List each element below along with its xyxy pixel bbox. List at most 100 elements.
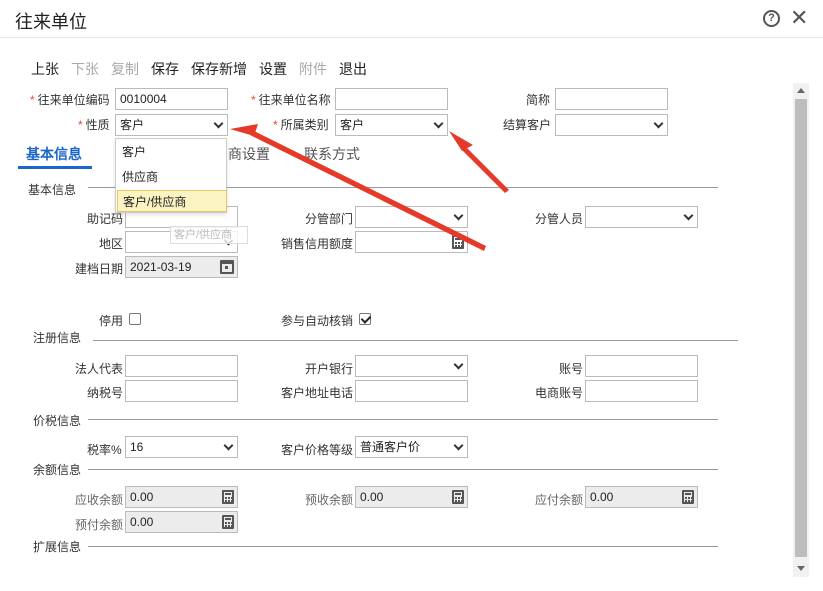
created-date-input[interactable]: 2021-03-19 — [125, 256, 238, 278]
chevron-down-icon — [453, 359, 464, 370]
drag-ghost-tooltip: 客户/供应商 — [170, 226, 248, 244]
credit-limit-input[interactable] — [355, 231, 468, 253]
chevron-down-icon — [213, 118, 224, 129]
credit-limit-label: 销售信用额度 — [281, 237, 354, 251]
bank-select[interactable] — [355, 355, 468, 377]
auto-writeoff-label: 参与自动核销 — [281, 314, 354, 328]
short-name-label: 简称 — [526, 93, 551, 107]
scroll-up-icon[interactable] — [797, 88, 805, 93]
tab-basic-info[interactable]: 基本信息 — [26, 144, 82, 164]
created-date-label: 建档日期 — [75, 262, 124, 276]
calendar-icon[interactable] — [220, 260, 234, 274]
chevron-down-icon — [453, 440, 464, 451]
settings-button[interactable]: 设置 — [259, 59, 287, 79]
advance-received-value: 0.00 — [360, 490, 384, 504]
advance-received-input[interactable]: 0.00 — [355, 486, 468, 508]
name-label: * 往来单位名称 — [251, 93, 331, 107]
payable-input[interactable]: 0.00 — [585, 486, 698, 508]
category-select[interactable]: 客户 — [335, 114, 448, 136]
receivable-label: 应收余额 — [75, 493, 124, 507]
legal-rep-label: 法人代表 — [75, 362, 124, 376]
code-label: * 往来单位编码 — [30, 93, 110, 107]
tax-rate-value: 16 — [130, 440, 144, 454]
address-phone-input[interactable] — [355, 380, 468, 402]
address-phone-label: 客户地址电话 — [281, 386, 354, 400]
save-and-new-button[interactable]: 保存新增 — [191, 59, 247, 79]
calculator-icon[interactable] — [222, 515, 234, 529]
dropdown-option-supplier[interactable]: 供应商 — [117, 166, 227, 188]
staff-select[interactable] — [585, 206, 698, 228]
calculator-icon[interactable] — [452, 235, 464, 249]
price-level-value: 普通客户价 — [360, 440, 421, 454]
scrollbar-thumb[interactable] — [795, 99, 807, 557]
region-label: 地区 — [99, 237, 124, 251]
category-label: * 所属类别 — [273, 118, 329, 132]
tax-rate-label: 税率% — [87, 443, 122, 457]
tax-id-input[interactable] — [125, 380, 238, 402]
prepaid-label: 预付余额 — [75, 518, 124, 532]
settle-customer-select[interactable] — [555, 114, 668, 136]
tax-rate-select[interactable]: 16 — [125, 436, 238, 458]
scroll-down-icon[interactable] — [797, 566, 805, 571]
divider — [88, 419, 718, 420]
divider — [88, 469, 718, 470]
receivable-value: 0.00 — [130, 490, 154, 504]
short-name-input[interactable] — [555, 88, 668, 110]
receivable-input[interactable]: 0.00 — [125, 486, 238, 508]
exit-button[interactable]: 退出 — [339, 59, 367, 79]
account-label: 账号 — [559, 362, 584, 376]
tax-id-label: 纳税号 — [87, 386, 124, 400]
tab-supplier-settings[interactable]: 商设置 — [228, 144, 270, 164]
prepaid-value: 0.00 — [130, 515, 154, 529]
dropdown-option-customer[interactable]: 客户 — [117, 141, 227, 163]
chevron-down-icon — [223, 440, 234, 451]
divider — [93, 340, 738, 341]
chevron-down-icon — [433, 118, 444, 129]
attachment-button[interactable]: 附件 — [299, 59, 327, 79]
extension-section-title: 扩展信息 — [33, 540, 82, 554]
disabled-label: 停用 — [99, 314, 124, 328]
nature-select[interactable]: 客户 — [115, 114, 228, 136]
dept-label: 分管部门 — [305, 212, 354, 226]
nature-label: * 性质 — [78, 118, 110, 132]
tab-contacts[interactable]: 联系方式 — [304, 144, 360, 164]
bank-label: 开户银行 — [305, 362, 354, 376]
window-title: 往来单位 — [15, 12, 87, 32]
disabled-checkbox[interactable] — [129, 313, 141, 325]
title-bar: 往来单位 ? ✕ — [0, 0, 823, 38]
basic-section-title: 基本信息 — [28, 183, 77, 197]
payable-label: 应付余额 — [535, 493, 584, 507]
staff-label: 分管人员 — [535, 212, 584, 226]
price-level-label: 客户价格等级 — [281, 443, 354, 457]
settle-customer-label: 结算客户 — [503, 118, 552, 132]
dept-select[interactable] — [355, 206, 468, 228]
calculator-icon[interactable] — [452, 490, 464, 504]
active-tab-indicator — [18, 166, 92, 169]
calculator-icon[interactable] — [682, 490, 694, 504]
vertical-scrollbar[interactable] — [793, 83, 809, 577]
close-icon[interactable]: ✕ — [790, 6, 808, 30]
nature-dropdown-menu: 客户 供应商 客户/供应商 — [115, 138, 227, 213]
calculator-icon[interactable] — [222, 490, 234, 504]
auto-writeoff-checkbox[interactable] — [359, 313, 371, 325]
copy-button[interactable]: 复制 — [111, 59, 139, 79]
help-icon[interactable]: ? — [763, 10, 780, 27]
dropdown-option-customer-supplier[interactable]: 客户/供应商 — [117, 190, 227, 212]
balance-section-title: 余额信息 — [33, 463, 82, 477]
save-button[interactable]: 保存 — [151, 59, 179, 79]
account-input[interactable] — [585, 355, 698, 377]
prepaid-input[interactable]: 0.00 — [125, 511, 238, 533]
price-level-select[interactable]: 普通客户价 — [355, 436, 468, 458]
payable-value: 0.00 — [590, 490, 614, 504]
ecommerce-account-input[interactable] — [585, 380, 698, 402]
annotation-arrow-1 — [230, 124, 258, 136]
next-record-button[interactable]: 下张 — [71, 59, 99, 79]
name-input[interactable] — [335, 88, 448, 110]
legal-rep-input[interactable] — [125, 355, 238, 377]
chevron-down-icon — [653, 118, 664, 129]
pricing-section-title: 价税信息 — [33, 414, 82, 428]
prev-record-button[interactable]: 上张 — [31, 59, 59, 79]
ecommerce-account-label: 电商账号 — [535, 386, 584, 400]
code-input[interactable]: 0010004 — [115, 88, 228, 110]
advance-received-label: 预收余额 — [305, 493, 354, 507]
